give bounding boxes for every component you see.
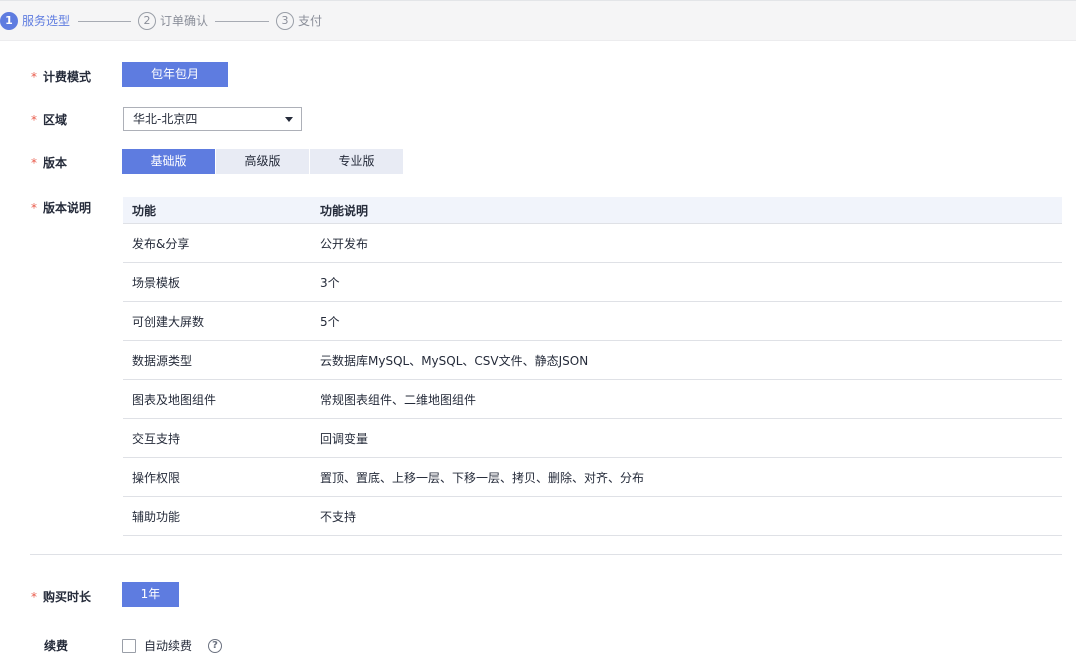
feature-cell: 数据源类型 — [132, 354, 193, 368]
help-icon[interactable]: ? — [208, 639, 222, 653]
required-mark: * — [31, 590, 37, 604]
edition-professional-button[interactable]: 专业版 — [310, 149, 403, 174]
feature-cell: 交互支持 — [132, 432, 181, 446]
edition-label: * 版本 — [31, 156, 68, 170]
feature-cell: 发布&分享 — [132, 237, 190, 251]
column-header-feature: 功能 — [132, 204, 157, 218]
step-1-number: 1 — [0, 12, 18, 30]
auto-renew-label[interactable]: 自动续费 — [144, 638, 192, 654]
billing-yearly-monthly-button[interactable]: 包年包月 — [122, 62, 228, 87]
edition-advanced-button[interactable]: 高级版 — [216, 149, 309, 174]
step-connector — [215, 21, 269, 22]
description-cell: 3个 — [320, 276, 340, 290]
table-row: 可创建大屏数 5个 — [123, 302, 1062, 341]
edition-description-label: * 版本说明 — [31, 201, 92, 215]
caret-down-icon — [285, 117, 293, 122]
description-cell: 5个 — [320, 315, 340, 329]
column-header-description: 功能说明 — [320, 204, 369, 218]
step-indicator: 1 服务选型 2 订单确认 3 支付 — [0, 0, 1076, 41]
description-cell: 回调变量 — [320, 432, 369, 446]
description-cell: 公开发布 — [320, 237, 369, 251]
required-mark: * — [31, 156, 37, 170]
feature-cell: 操作权限 — [132, 471, 181, 485]
step-connector — [78, 21, 131, 22]
section-divider — [30, 554, 1062, 555]
edition-basic-button[interactable]: 基础版 — [122, 149, 215, 174]
edition-feature-table: 功能 功能说明 发布&分享 公开发布 场景模板 3个 可创建大屏数 5个 数据源… — [123, 197, 1062, 536]
description-cell: 常规图表组件、二维地图组件 — [320, 393, 477, 407]
table-row: 辅助功能 不支持 — [123, 497, 1062, 536]
description-cell: 云数据库MySQL、MySQL、CSV文件、静态JSON — [320, 354, 589, 368]
table-row: 场景模板 3个 — [123, 263, 1062, 302]
duration-1-year-button[interactable]: 1年 — [122, 582, 179, 607]
table-header: 功能 功能说明 — [123, 197, 1062, 224]
step-2-number: 2 — [138, 12, 156, 30]
description-cell: 不支持 — [320, 510, 357, 524]
description-cell: 置顶、置底、上移一层、下移一层、拷贝、删除、对齐、分布 — [320, 471, 645, 485]
required-mark: * — [31, 70, 37, 84]
feature-cell: 可创建大屏数 — [132, 315, 205, 329]
region-label: * 区域 — [31, 113, 68, 127]
table-row: 数据源类型 云数据库MySQL、MySQL、CSV文件、静态JSON — [123, 341, 1062, 380]
step-3-number: 3 — [276, 12, 294, 30]
feature-cell: 图表及地图组件 — [132, 393, 217, 407]
step-3-label: 支付 — [298, 14, 323, 28]
table-row: 操作权限 置顶、置底、上移一层、下移一层、拷贝、删除、对齐、分布 — [123, 458, 1062, 497]
feature-cell: 辅助功能 — [132, 510, 181, 524]
table-row: 图表及地图组件 常规图表组件、二维地图组件 — [123, 380, 1062, 419]
auto-renew-checkbox[interactable] — [122, 639, 136, 653]
region-select[interactable]: 华北-北京四 — [123, 107, 302, 131]
step-2-label: 订单确认 — [160, 14, 209, 28]
table-row: 交互支持 回调变量 — [123, 419, 1062, 458]
feature-cell: 场景模板 — [132, 276, 181, 290]
step-1-label: 服务选型 — [22, 14, 71, 28]
required-mark: * — [31, 113, 37, 127]
table-row: 发布&分享 公开发布 — [123, 224, 1062, 263]
renewal-label: 续费 — [44, 639, 69, 653]
billing-mode-label: * 计费模式 — [31, 70, 92, 84]
region-select-value: 华北-北京四 — [133, 112, 198, 126]
required-mark: * — [31, 201, 37, 215]
purchase-duration-label: * 购买时长 — [31, 590, 92, 604]
